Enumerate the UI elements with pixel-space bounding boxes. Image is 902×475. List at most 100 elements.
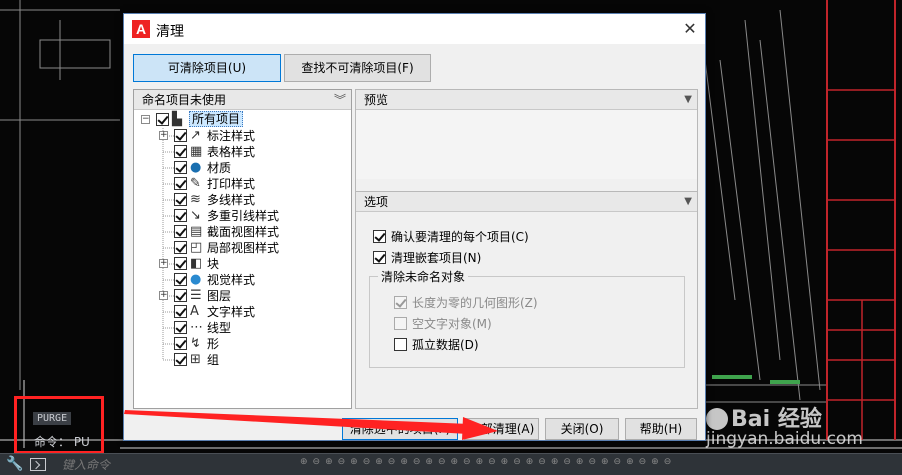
tree-item-label: 打印样式 xyxy=(207,177,256,191)
tree-item-checkbox[interactable] xyxy=(174,353,187,366)
tree-item-label: 截面视图样式 xyxy=(207,225,280,239)
orphaned-data-label: 孤立数据(D) xyxy=(412,338,479,352)
tree-item-checkbox[interactable] xyxy=(174,177,187,190)
purge-all-button[interactable]: 全部清理(A) xyxy=(464,418,539,440)
tree-item[interactable]: ≋ 多线样式 xyxy=(134,192,351,208)
tree-item-label: 标注样式 xyxy=(207,129,256,143)
tree-item-label: 材质 xyxy=(207,161,232,175)
tree-item[interactable]: ↘ 多重引线样式 xyxy=(134,208,351,224)
tree-item[interactable]: ▤ 截面视图样式 xyxy=(134,224,351,240)
tree-item-label: 图层 xyxy=(207,289,232,303)
tree-item[interactable]: ↯ 形 xyxy=(134,336,351,352)
tree-item-checkbox[interactable] xyxy=(174,257,187,270)
tree-item[interactable]: ▦ 表格样式 xyxy=(134,144,351,160)
options-header-label: 选项 xyxy=(364,195,389,209)
linetype-icon: ⋯ xyxy=(190,320,203,335)
tree-item-checkbox[interactable] xyxy=(174,273,187,286)
tree-item[interactable]: − ▙ 所有项目 xyxy=(134,111,351,128)
preview-panel: 预览 ▼ xyxy=(355,89,698,193)
tree-item-checkbox[interactable] xyxy=(174,225,187,238)
tree-item-checkbox[interactable] xyxy=(174,161,187,174)
options-panel: 选项 ▼ 确认要清理的每个项目(C) 清理嵌套项目(N) 清除未命名对象 长度为… xyxy=(355,191,698,409)
purge-nested-label: 清理嵌套项目(N) xyxy=(391,251,482,265)
dropdown-arrow-icon[interactable]: ▼ xyxy=(684,90,692,110)
collapse-chevron-icon[interactable]: ︾ xyxy=(334,90,346,110)
dropdown-arrow-icon[interactable]: ▼ xyxy=(684,192,692,212)
table-style-icon: ▦ xyxy=(190,144,203,159)
tree-panel-header: 命名项目未使用 ︾ xyxy=(134,90,351,110)
empty-text-checkbox xyxy=(394,317,407,330)
tree-item-checkbox[interactable] xyxy=(174,209,187,222)
tree-item[interactable]: + ☰ 图层 xyxy=(134,288,351,304)
tree-item-label: 多线样式 xyxy=(207,193,256,207)
tree-item-label: 文字样式 xyxy=(207,305,256,319)
text-style-icon: A xyxy=(190,304,199,319)
tree-item-checkbox[interactable] xyxy=(174,145,187,158)
command-input[interactable] xyxy=(50,454,300,475)
expand-icon[interactable]: + xyxy=(159,131,168,140)
dialog-titlebar[interactable]: A 清理 ✕ xyxy=(124,14,705,44)
tree-item[interactable]: ● 视觉样式 xyxy=(134,272,351,288)
tree-item-checkbox[interactable] xyxy=(174,241,187,254)
multileader-style-icon: ↘ xyxy=(190,208,201,223)
tree-item-label: 块 xyxy=(207,257,220,271)
tree-item[interactable]: ⊞ 组 xyxy=(134,352,351,368)
tree-item-label: 所有项目 xyxy=(189,111,244,127)
material-icon: ● xyxy=(190,160,202,175)
tree-item[interactable]: A 文字样式 xyxy=(134,304,351,320)
expand-icon[interactable]: + xyxy=(159,291,168,300)
command-prompt-icon[interactable] xyxy=(30,458,46,471)
purge-checked-button[interactable]: 清除选中的项目(P) xyxy=(342,418,458,440)
tree-item-label: 视觉样式 xyxy=(207,273,256,287)
tab-purgeable-items[interactable]: 可清除项目(U) xyxy=(133,54,281,82)
shape-icon: ↯ xyxy=(190,336,201,351)
help-button[interactable]: 帮助(H) xyxy=(625,418,697,440)
tree-item-checkbox[interactable] xyxy=(174,305,187,318)
tab-find-nonpurgeable-items[interactable]: 查找不可清除项目(F) xyxy=(284,54,431,82)
layer-icon: ☰ xyxy=(190,288,202,303)
confirm-each-label: 确认要清理的每个项目(C) xyxy=(391,230,529,244)
tree-item-label: 表格样式 xyxy=(207,145,256,159)
named-items-tree: − ▙ 所有项目 + ↗ 标注样式 ▦ 表格样式 ● 材质 ✎ 打印样式 ≋ 多线样式 ↘ 多重引线样式 ▤ 截面… xyxy=(134,110,351,368)
empty-text-label: 空文字对象(M) xyxy=(412,317,492,331)
tree-item-checkbox[interactable] xyxy=(174,129,187,142)
purge-nested-checkbox[interactable] xyxy=(373,251,386,264)
tree-item-label: 线型 xyxy=(207,321,232,335)
zero-length-checkbox xyxy=(394,296,407,309)
autocad-logo-icon: A xyxy=(132,20,150,38)
section-view-style-icon: ▤ xyxy=(190,224,203,239)
unnamed-objects-group-title: 清除未命名对象 xyxy=(378,268,469,285)
tree-item-checkbox[interactable] xyxy=(174,337,187,350)
collapse-icon[interactable]: − xyxy=(141,115,150,124)
tree-item-checkbox[interactable] xyxy=(156,113,169,126)
named-items-tree-panel: 命名项目未使用 ︾ − ▙ 所有项目 + ↗ 标注样式 ▦ 表格样式 ● 材质 ✎ 打印样式 ≋ 多线样式… xyxy=(133,89,352,409)
tree-item[interactable]: + ◧ 块 xyxy=(134,256,351,272)
baidu-paw-icon xyxy=(706,408,728,430)
tree-item-checkbox[interactable] xyxy=(174,289,187,302)
customize-wrench-icon[interactable]: 🔧 xyxy=(6,456,23,472)
preview-panel-header[interactable]: 预览 ▼ xyxy=(356,90,697,110)
tree-item-label: 多重引线样式 xyxy=(207,209,280,223)
tree-item-label: 组 xyxy=(207,353,220,367)
expand-icon[interactable]: + xyxy=(159,259,168,268)
tree-item-label: 形 xyxy=(207,337,220,351)
title-block-frame xyxy=(826,0,896,440)
status-bar-icons: ⊕⊖⊕⊖⊕⊖⊕⊖⊕⊖⊕⊖⊕⊖⊕⊖⊕⊖⊕⊖⊕⊖⊕⊖⊕⊖⊕⊖⊕⊖ xyxy=(300,457,677,467)
tree-item[interactable]: ⋯ 线型 xyxy=(134,320,351,336)
block-icon: ◧ xyxy=(190,256,203,271)
close-icon[interactable]: ✕ xyxy=(681,20,699,38)
tree-item[interactable]: + ↗ 标注样式 xyxy=(134,128,351,144)
orphaned-data-checkbox[interactable] xyxy=(394,338,407,351)
multiline-style-icon: ≋ xyxy=(190,192,201,207)
options-panel-header[interactable]: 选项 ▼ xyxy=(356,192,697,212)
close-button[interactable]: 关闭(O) xyxy=(545,418,619,440)
tree-item[interactable]: ◰ 局部视图样式 xyxy=(134,240,351,256)
dimension-style-icon: ↗ xyxy=(190,128,201,143)
tree-item-checkbox[interactable] xyxy=(174,321,187,334)
tree-item[interactable]: ✎ 打印样式 xyxy=(134,176,351,192)
detail-view-style-icon: ◰ xyxy=(190,240,203,255)
tree-item[interactable]: ● 材质 xyxy=(134,160,351,176)
confirm-each-checkbox[interactable] xyxy=(373,230,386,243)
all-items-icon: ▙ xyxy=(172,112,182,127)
tree-item-checkbox[interactable] xyxy=(174,193,187,206)
